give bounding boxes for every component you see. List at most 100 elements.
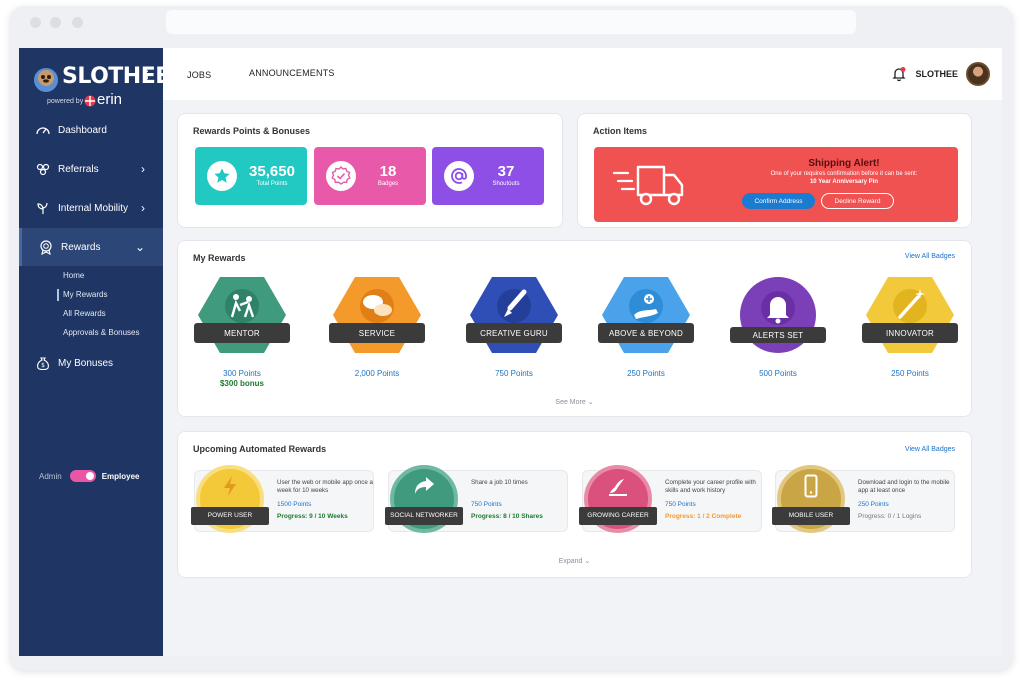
logo[interactable]: SLOTHEE INC powered by erin (29, 58, 170, 108)
chevron-down-icon: ⌄ (134, 240, 145, 254)
badge-points: 300 Points (223, 369, 261, 378)
automated-reward-mobile-user[interactable]: MOBILE USER Download and login to the mo… (772, 465, 955, 533)
window-dot-close[interactable] (30, 17, 41, 28)
badge-name: CREATIVE GURU (466, 323, 562, 343)
sidebar-subitem-my-rewards[interactable]: My Rewards (63, 290, 107, 299)
referrals-people-icon (35, 161, 51, 177)
avatar[interactable] (966, 62, 990, 86)
chevron-right-icon: › (141, 201, 145, 215)
chevron-down-icon: ⌄ (587, 399, 594, 406)
sidebar-item-dashboard[interactable]: Dashboard (19, 111, 163, 149)
app-window: SLOTHEE INC powered by erin Dashboard Re… (19, 48, 1002, 656)
sidebar-subitem-all-rewards[interactable]: All Rewards (63, 309, 106, 318)
view-all-badges-link[interactable]: View All Badges (905, 446, 955, 453)
badge-name: MENTOR (194, 323, 290, 343)
dashboard-gauge-icon (35, 122, 51, 138)
stat-badges[interactable]: 18 Badges (314, 147, 426, 205)
alert-title: Shipping Alert! (808, 158, 880, 169)
my-rewards-card: My Rewards View All Badges MENTOR 300 Po… (177, 240, 972, 417)
decline-reward-button[interactable]: Decline Reward (821, 193, 894, 209)
automated-badge-name: POWER USER (191, 507, 269, 525)
expand-link[interactable]: Expand ⌄ (178, 557, 971, 565)
sidebar-item-my-bonuses[interactable]: $ My Bonuses (19, 344, 163, 382)
sidebar-item-rewards[interactable]: Rewards ⌄ (19, 228, 163, 266)
sidebar-item-label: Internal Mobility (58, 202, 129, 214)
tab-jobs[interactable]: JOBS (187, 70, 211, 80)
stat-value: 37 (497, 163, 515, 180)
automated-badge-name: GROWING CAREER (579, 507, 657, 525)
sidebar-item-label: Referrals (58, 163, 99, 175)
shipping-alert: Shipping Alert! One of your requires con… (594, 147, 958, 222)
confirm-address-button[interactable]: Confirm Address (742, 193, 815, 209)
badge-innovator[interactable]: INNOVATOR 250 Points (862, 275, 958, 395)
sidebar: SLOTHEE INC powered by erin Dashboard Re… (19, 48, 170, 656)
badge-creative-guru[interactable]: CREATIVE GURU 750 Points (466, 275, 562, 395)
top-bar: JOBS ANNOUNCEMENTS SLOTHEE (163, 48, 1002, 100)
alert-item-name: 10 Year Anniversary Pin (809, 179, 879, 185)
admin-label: Admin (39, 471, 62, 481)
erin-logo-icon (84, 95, 96, 107)
badge-service[interactable]: SERVICE 2,000 Points (329, 275, 425, 395)
chat-bubbles-icon (333, 277, 421, 353)
see-more-link[interactable]: See More ⌄ (178, 398, 971, 406)
lightning-icon (224, 476, 236, 496)
sidebar-subitem-home[interactable]: Home (63, 271, 84, 280)
paintbrush-icon (470, 277, 558, 353)
badge-alerts-set[interactable]: ALERTS SET 500 Points (730, 275, 826, 395)
address-bar[interactable] (166, 10, 856, 34)
see-more-label: See More (555, 399, 586, 406)
window-dot-maximize[interactable] (72, 17, 83, 28)
delivery-truck-icon (612, 165, 684, 206)
automated-badge: POWER USER (191, 465, 269, 537)
sidebar-item-label: Dashboard (58, 124, 107, 136)
badge-name: SERVICE (329, 323, 425, 343)
automated-badge: SOCIAL NETWORKER (385, 465, 463, 537)
stat-value: 18 (379, 163, 397, 180)
bonus-moneybag-icon: $ (35, 355, 51, 371)
sidebar-item-label: Rewards (61, 241, 101, 253)
automated-badge: MOBILE USER (772, 465, 850, 537)
tab-announcements[interactable]: ANNOUNCEMENTS (249, 68, 335, 78)
stat-total-points[interactable]: 35,650 Total Points (195, 147, 307, 205)
action-items-title: Action Items (593, 126, 648, 136)
badge-points: 250 Points (627, 369, 665, 378)
automated-description: Complete your career profile with skills… (665, 479, 756, 495)
stat-value: 35,650 (249, 163, 295, 180)
automated-description: Share a job 10 times (471, 479, 528, 486)
action-items-card: Action Items Shipping Alert! One of your… (577, 113, 972, 228)
hand-plus-icon (602, 277, 690, 353)
sprout-icon (609, 479, 627, 496)
view-all-badges-link[interactable]: View All Badges (905, 253, 955, 260)
badge-check-icon (326, 161, 356, 191)
badge-points: 750 Points (495, 369, 533, 378)
badge-mentor[interactable]: MENTOR 300 Points $300 bonus (194, 275, 290, 395)
badge-above-beyond[interactable]: ABOVE & BEYOND 250 Points (598, 275, 694, 395)
automated-progress: Progress: 1 / 2 Complete (665, 513, 742, 520)
automated-points: 250 Points (858, 501, 889, 508)
powered-by-label: powered by (47, 98, 84, 105)
sidebar-subitem-approvals-bonuses[interactable]: Approvals & Bonuses (63, 328, 140, 337)
active-indicator (57, 289, 59, 301)
sidebar-item-internal-mobility[interactable]: Internal Mobility › (19, 189, 163, 227)
automated-reward-growing-career[interactable]: GROWING CAREER Complete your career prof… (579, 465, 762, 533)
automated-rewards-title: Upcoming Automated Rewards (193, 444, 327, 454)
automated-badge-name: MOBILE USER (772, 507, 850, 525)
stat-shoutouts[interactable]: 37 Shoutouts (432, 147, 544, 205)
automated-reward-social-networker[interactable]: SOCIAL NETWORKER Share a job 10 times 75… (385, 465, 568, 533)
mobility-sprout-icon (35, 200, 51, 216)
mentor-icon (198, 277, 286, 353)
bell-icon (740, 277, 816, 353)
badge-points: 250 Points (891, 369, 929, 378)
window-dot-minimize[interactable] (50, 17, 61, 28)
share-arrow-icon (415, 477, 434, 494)
user-menu[interactable]: SLOTHEE (891, 62, 990, 86)
logo-wordmark: SLOTHEE (62, 64, 170, 89)
automated-description: Download and login to the mobile app at … (858, 479, 950, 495)
star-icon (207, 161, 237, 191)
chevron-down-icon: ⌄ (584, 558, 591, 565)
sidebar-item-referrals[interactable]: Referrals › (19, 150, 163, 188)
notification-bell-icon[interactable] (891, 66, 907, 82)
role-toggle-switch[interactable] (69, 470, 96, 482)
automated-reward-power-user[interactable]: POWER USER User the web or mobile app on… (191, 465, 374, 533)
automated-points: 1500 Points (277, 501, 312, 508)
